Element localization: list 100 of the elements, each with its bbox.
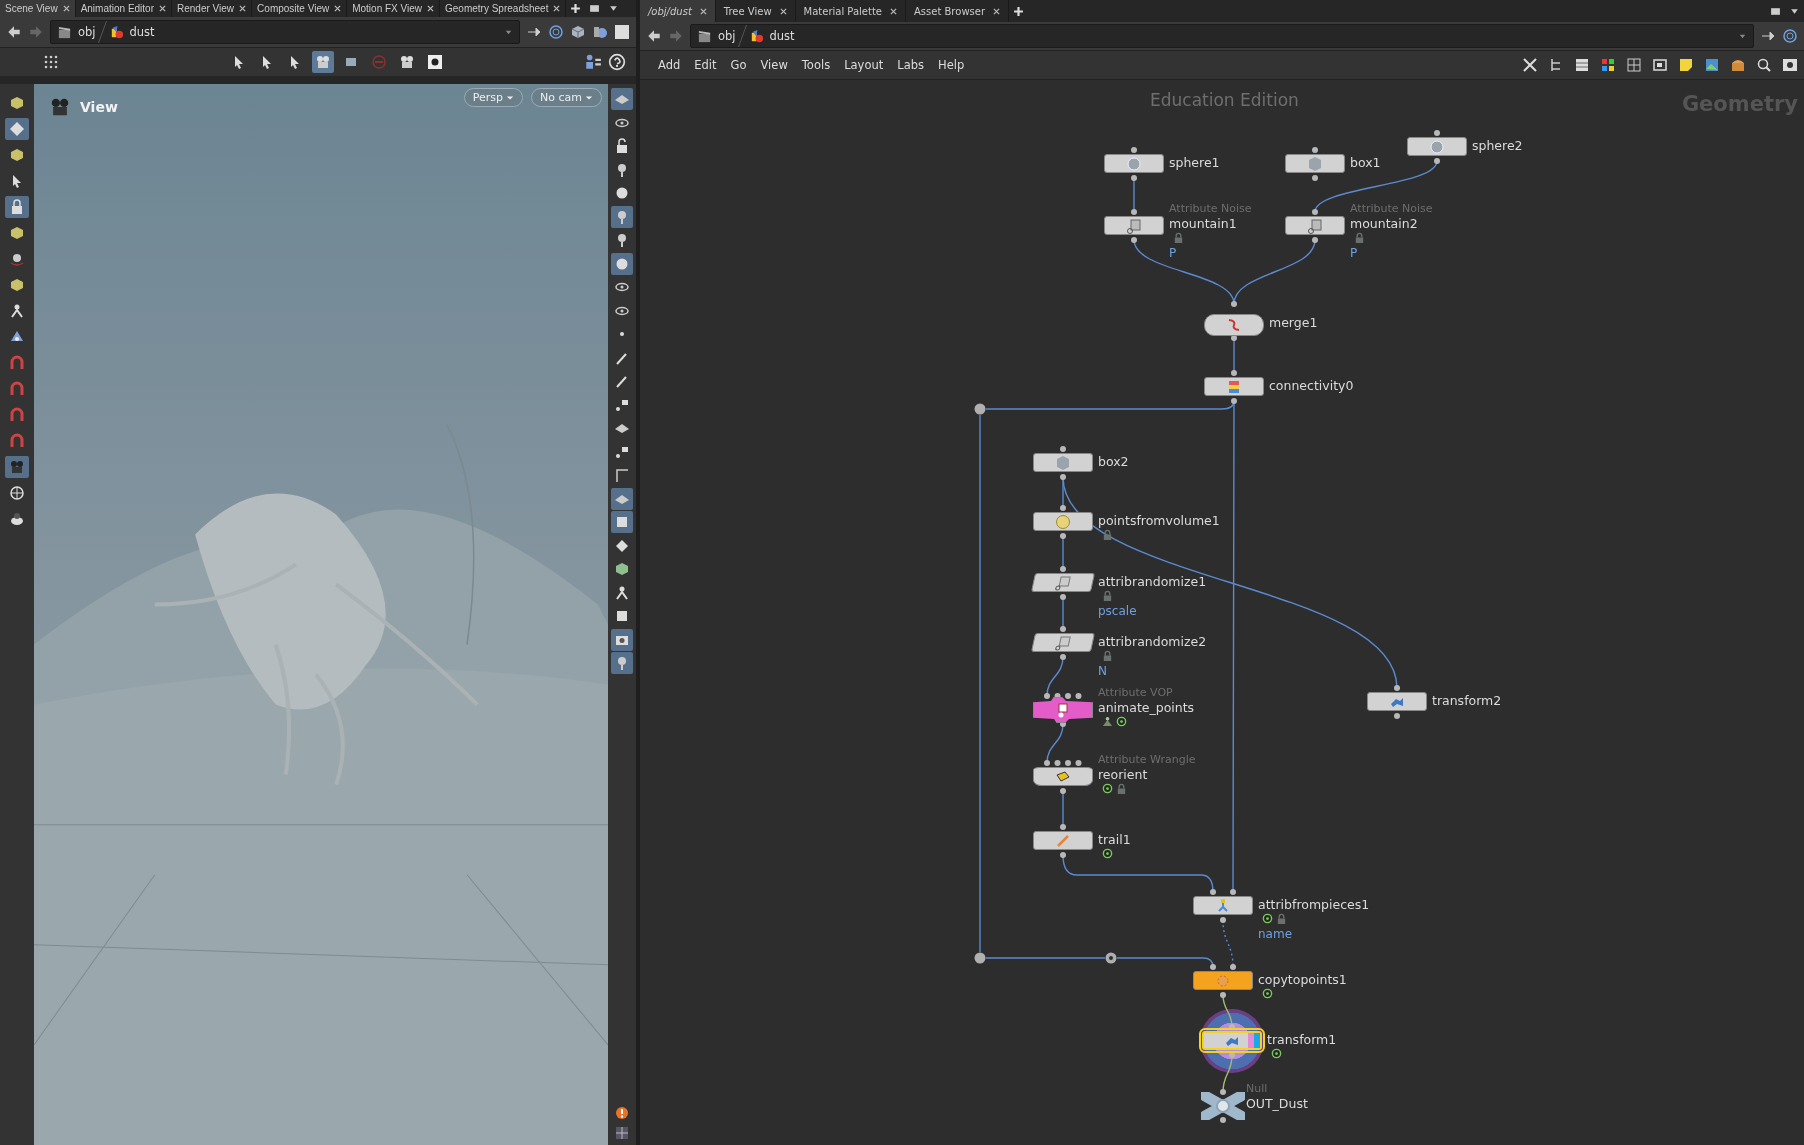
pane-tab[interactable]: Render View (172, 0, 253, 17)
port-dot[interactable] (1229, 1052, 1235, 1058)
port-dot[interactable] (1075, 693, 1082, 699)
menu-item[interactable]: Help (932, 56, 971, 74)
wrangle-node[interactable] (1033, 767, 1093, 786)
back-arrow-icon[interactable] (646, 28, 662, 44)
port-dot[interactable] (1312, 175, 1318, 181)
port-dot[interactable] (1044, 760, 1050, 766)
randomize-node[interactable] (1031, 573, 1095, 592)
window-icon[interactable] (1770, 5, 1781, 17)
viewport-render[interactable]: View Persp No cam (34, 84, 608, 1145)
window-icon[interactable] (589, 3, 601, 14)
port-dot[interactable] (1231, 335, 1237, 341)
menu-item[interactable]: Edit (688, 56, 723, 74)
port-dot[interactable] (1231, 301, 1237, 307)
square-icon[interactable] (611, 511, 633, 533)
search-icon[interactable] (1756, 57, 1772, 73)
copy-node[interactable] (1193, 971, 1253, 990)
plane-icon[interactable] (611, 88, 633, 110)
port-dot[interactable] (1220, 917, 1226, 923)
close-icon[interactable] (890, 7, 897, 15)
port-dot[interactable] (1044, 693, 1050, 699)
menu-item[interactable]: View (754, 56, 794, 74)
port-dot[interactable] (1220, 1089, 1226, 1095)
network-box-icon[interactable] (1652, 57, 1668, 73)
chest-icon[interactable] (1730, 57, 1746, 73)
port-dot[interactable] (1060, 654, 1066, 660)
pane-tab[interactable]: Material Palette (795, 0, 906, 22)
port-dot[interactable] (1220, 1117, 1226, 1123)
add-tab-icon[interactable] (570, 3, 582, 14)
warning-icon[interactable] (614, 1104, 630, 1121)
close-icon[interactable] (553, 5, 561, 12)
tools-icon[interactable] (1522, 57, 1538, 73)
pane-tab[interactable]: /obj/dust (640, 0, 716, 22)
port-dot[interactable] (1312, 147, 1318, 153)
port-dot[interactable] (1060, 594, 1066, 600)
person-icon[interactable] (584, 53, 602, 71)
port-dot[interactable] (1210, 889, 1216, 895)
square-icon[interactable] (614, 24, 630, 40)
grid-icon[interactable] (614, 1125, 630, 1141)
menu-item[interactable]: Layout (838, 56, 890, 74)
port-dot[interactable] (1434, 158, 1440, 164)
wire-dot[interactable] (974, 403, 986, 415)
port-dot[interactable] (1231, 370, 1237, 376)
noise-node[interactable] (1104, 216, 1164, 235)
close-icon[interactable] (779, 7, 787, 15)
close-icon[interactable] (62, 5, 70, 12)
port-dot[interactable] (1065, 760, 1071, 766)
menu-item[interactable]: Add (652, 56, 687, 74)
close-icon[interactable] (699, 7, 707, 15)
port-dot[interactable] (1131, 209, 1137, 215)
port-dot[interactable] (1231, 398, 1237, 404)
port-dot[interactable] (1065, 693, 1071, 699)
shapes-icon[interactable] (592, 24, 608, 40)
port-dot[interactable] (1060, 446, 1066, 452)
pieces-node[interactable] (1193, 896, 1253, 915)
sticky-note-icon[interactable] (1678, 57, 1694, 73)
close-icon[interactable] (239, 5, 247, 12)
wire-dot[interactable] (1105, 952, 1117, 964)
horizontal-scrollbar[interactable] (0, 76, 636, 84)
port-dot[interactable] (1230, 964, 1236, 970)
port-dot[interactable] (1230, 889, 1236, 895)
color-palette-icon[interactable] (1600, 57, 1616, 73)
null-node[interactable] (1201, 1092, 1245, 1120)
port-dot[interactable] (1131, 147, 1137, 153)
path-segment[interactable]: obj (78, 25, 96, 39)
port-dot[interactable] (1131, 237, 1137, 243)
menu-item[interactable]: Go (724, 56, 753, 74)
port-dot[interactable] (1434, 130, 1440, 136)
add-tab-icon[interactable] (1013, 5, 1025, 17)
pane-tab[interactable]: Scene View (0, 0, 76, 17)
points-node[interactable] (1033, 512, 1093, 531)
pane-tab[interactable]: Composite View (252, 0, 348, 17)
path-segment[interactable]: dust (769, 29, 795, 43)
pane-tab[interactable]: Geometry Spreadsheet (440, 0, 567, 17)
port-dot[interactable] (1131, 175, 1137, 181)
port-dot[interactable] (1075, 760, 1082, 766)
port-dot[interactable] (1312, 237, 1318, 243)
camera-icon[interactable] (611, 628, 633, 651)
transform-node[interactable] (1367, 692, 1427, 711)
target-icon[interactable] (1782, 28, 1798, 44)
plane-icon[interactable] (611, 487, 633, 510)
back-arrow-icon[interactable] (6, 24, 22, 40)
image-icon[interactable] (1704, 57, 1720, 73)
cube-icon[interactable] (570, 24, 586, 40)
close-icon[interactable] (427, 5, 434, 12)
port-dot[interactable] (1394, 713, 1400, 719)
pane-tab[interactable]: Tree View (715, 0, 796, 22)
help-icon[interactable] (608, 53, 626, 71)
port-dot[interactable] (1060, 533, 1066, 539)
close-icon[interactable] (993, 7, 1001, 15)
randomize-node[interactable] (1031, 633, 1095, 652)
box-node[interactable] (1033, 453, 1093, 472)
pane-tab[interactable]: Motion FX View (347, 0, 440, 17)
port-dot[interactable] (1054, 760, 1061, 766)
lock-icon[interactable] (5, 196, 29, 218)
close-icon[interactable] (334, 5, 342, 12)
merge-node[interactable] (1204, 314, 1264, 336)
port-dot[interactable] (1210, 964, 1216, 970)
pane-tab[interactable]: Animation Editor (75, 0, 172, 17)
